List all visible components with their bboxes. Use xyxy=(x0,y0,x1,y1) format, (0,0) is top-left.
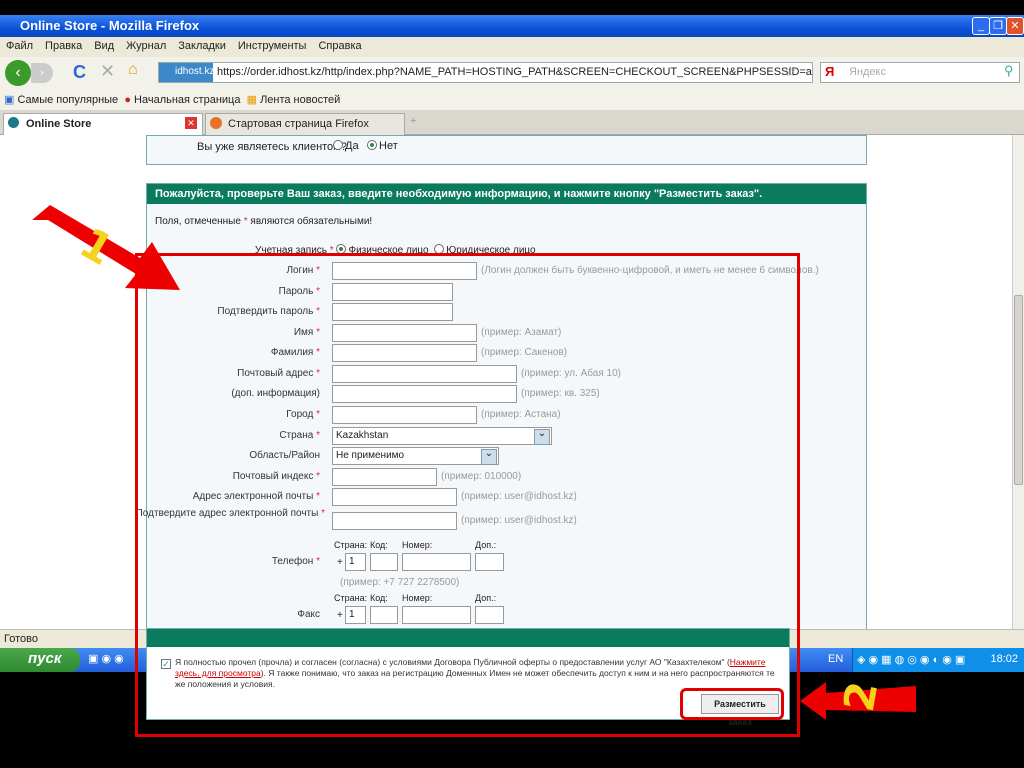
language-indicator[interactable]: EN xyxy=(828,653,843,665)
window-title: Online Store - Mozilla Firefox xyxy=(0,15,1024,37)
close-button[interactable]: ✕ xyxy=(1006,17,1024,35)
close-tab-icon[interactable]: ✕ xyxy=(185,117,197,129)
site-identity-badge[interactable]: idhost.kz xyxy=(159,63,214,82)
clock: 18:02 xyxy=(990,653,1018,665)
restore-button[interactable]: ❐ xyxy=(989,17,1007,35)
menu-view[interactable]: Вид xyxy=(94,40,114,52)
site-favicon xyxy=(8,117,19,128)
system-tray: ◈ ◉ ▦ ◍ ◎ ◉ ◐ ◉ ▣ 18:02 xyxy=(852,648,1024,672)
scrollbar[interactable] xyxy=(1012,135,1024,629)
form-header: Пожалуйста, проверьте Ваш заказ, введите… xyxy=(147,184,866,204)
minimize-button[interactable]: _ xyxy=(972,17,990,35)
menu-history[interactable]: Журнал xyxy=(126,40,166,52)
stop-icon[interactable]: ✕ xyxy=(100,61,115,82)
menu-bar: Файл Правка Вид Журнал Закладки Инструменты Сп… xyxy=(0,37,1024,57)
bookmark-star-icon[interactable]: ☆ xyxy=(784,63,797,80)
menu-file[interactable]: Файл xyxy=(6,40,33,52)
client-yes-radio[interactable]: Да xyxy=(333,140,359,152)
firefox-icon xyxy=(210,117,222,129)
home-icon[interactable]: ⌂ xyxy=(128,61,138,79)
client-no-radio[interactable]: Нет xyxy=(367,140,398,152)
bookmark-most-visited[interactable]: ▣ Самые популярные xyxy=(4,94,118,106)
bookmark-news-feed[interactable]: ▦ Лента новостей xyxy=(247,94,341,106)
tab-online-store[interactable]: Online Store xyxy=(3,113,203,135)
menu-help[interactable]: Справка xyxy=(318,40,361,52)
rss-icon: ▦ xyxy=(246,94,257,106)
bookmark-icon: ▣ xyxy=(4,94,15,106)
client-question: Вы уже являетесь клиентом? xyxy=(197,141,347,153)
client-box: Вы уже являетесь клиентом? Да Нет xyxy=(146,135,867,165)
tab-firefox-start[interactable]: Стартовая страница Firefox xyxy=(205,113,405,135)
menu-edit[interactable]: Правка xyxy=(45,40,82,52)
bookmarks-bar: ▣ Самые популярные ● Начальная страница … xyxy=(0,89,1024,110)
search-icon[interactable]: ⚲ xyxy=(1004,63,1014,79)
menu-tools[interactable]: Инструменты xyxy=(238,40,307,52)
tray-icons[interactable]: ◈ ◉ ▦ ◍ ◎ ◉ ◐ ◉ ▣ xyxy=(857,654,965,666)
bookmark-start-page[interactable]: ● Начальная страница xyxy=(124,94,240,106)
forward-button[interactable]: › xyxy=(31,63,53,83)
yandex-icon: Я xyxy=(825,64,835,79)
start-button[interactable]: пуск xyxy=(0,648,80,672)
firefox-icon: ● xyxy=(124,94,131,106)
url-input[interactable]: https://order.idhost.kz/http/index.php?N… xyxy=(158,62,813,83)
quicklaunch-icons[interactable]: ▣ ◉ ◉ xyxy=(88,652,124,665)
reload-icon[interactable]: C xyxy=(73,62,86,83)
search-input[interactable]: Яндекс xyxy=(820,62,1020,83)
new-tab-button[interactable]: + xyxy=(410,115,416,127)
menu-bookmarks[interactable]: Закладки xyxy=(178,40,226,52)
back-button[interactable]: ‹ xyxy=(5,60,31,86)
highlight-box xyxy=(135,253,800,737)
